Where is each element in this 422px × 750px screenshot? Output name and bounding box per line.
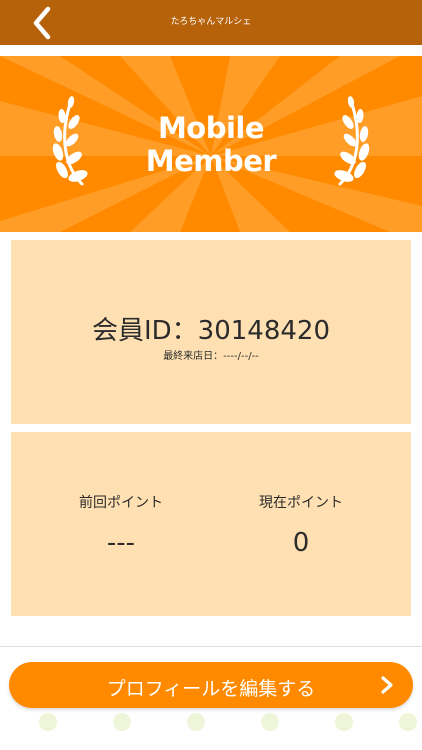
current-points: 現在ポイント 0 xyxy=(221,492,381,558)
banner-title: Mobile Member xyxy=(0,112,422,178)
points-card: 前回ポイント --- 現在ポイント 0 xyxy=(11,432,411,616)
previous-points: 前回ポイント --- xyxy=(41,492,201,558)
page-title: たろちゃんマルシェ xyxy=(170,17,252,27)
banner-title-line1: Mobile xyxy=(157,111,265,145)
edit-profile-label: プロフィールを編集する xyxy=(106,678,316,700)
divider xyxy=(0,646,422,647)
previous-points-value: --- xyxy=(106,528,136,558)
current-points-value: 0 xyxy=(292,528,310,558)
current-points-label: 現在ポイント xyxy=(259,495,343,511)
edit-profile-button[interactable]: プロフィールを編集する xyxy=(9,662,413,708)
mobile-member-banner: Mobile Member xyxy=(0,56,422,232)
member-id: 会員ID：30148420 xyxy=(91,316,331,346)
banner-title-line2: Member xyxy=(145,144,277,178)
app-header: たろちゃんマルシェ xyxy=(0,0,422,45)
previous-points-label: 前回ポイント xyxy=(79,495,163,511)
member-card: 会員ID：30148420 最終来店日：----/--/-- xyxy=(11,240,411,424)
chevron-right-icon xyxy=(381,676,393,694)
last-visit-date: 最終来店日：----/--/-- xyxy=(163,351,259,362)
